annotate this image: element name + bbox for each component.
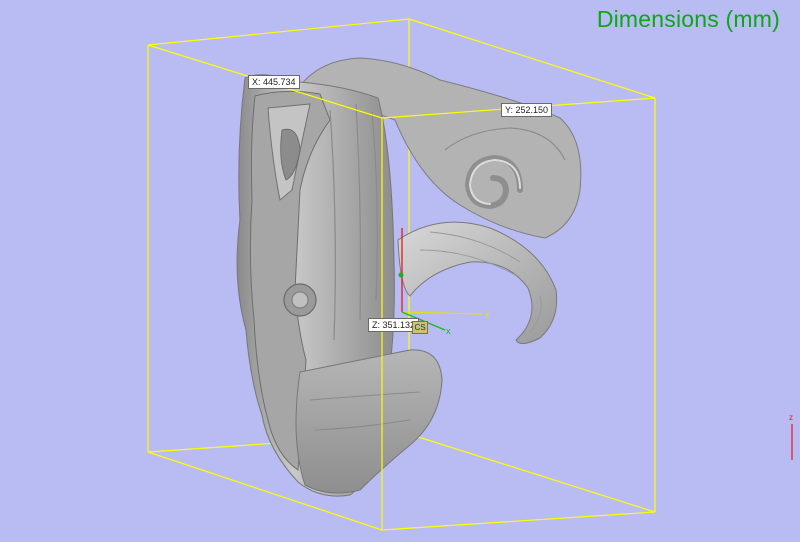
y-axis-letter: y [485,308,490,318]
x-axis-letter: x [446,326,451,336]
dimension-x-label: X: 445.734 [248,75,300,89]
3d-viewport[interactable]: y x Dimensions (mm) X: 445.734 Y: 252.15… [0,0,800,542]
viewport-title: Dimensions (mm) [596,6,780,32]
coordinate-system-tag: CS [412,321,428,334]
model-mesh[interactable] [236,57,582,497]
orientation-axis-icon: z [789,413,793,460]
z-axis-letter: z [789,413,793,422]
dimension-y-label: Y: 252.150 [501,103,553,117]
scene-canvas: y x [147,18,656,531]
